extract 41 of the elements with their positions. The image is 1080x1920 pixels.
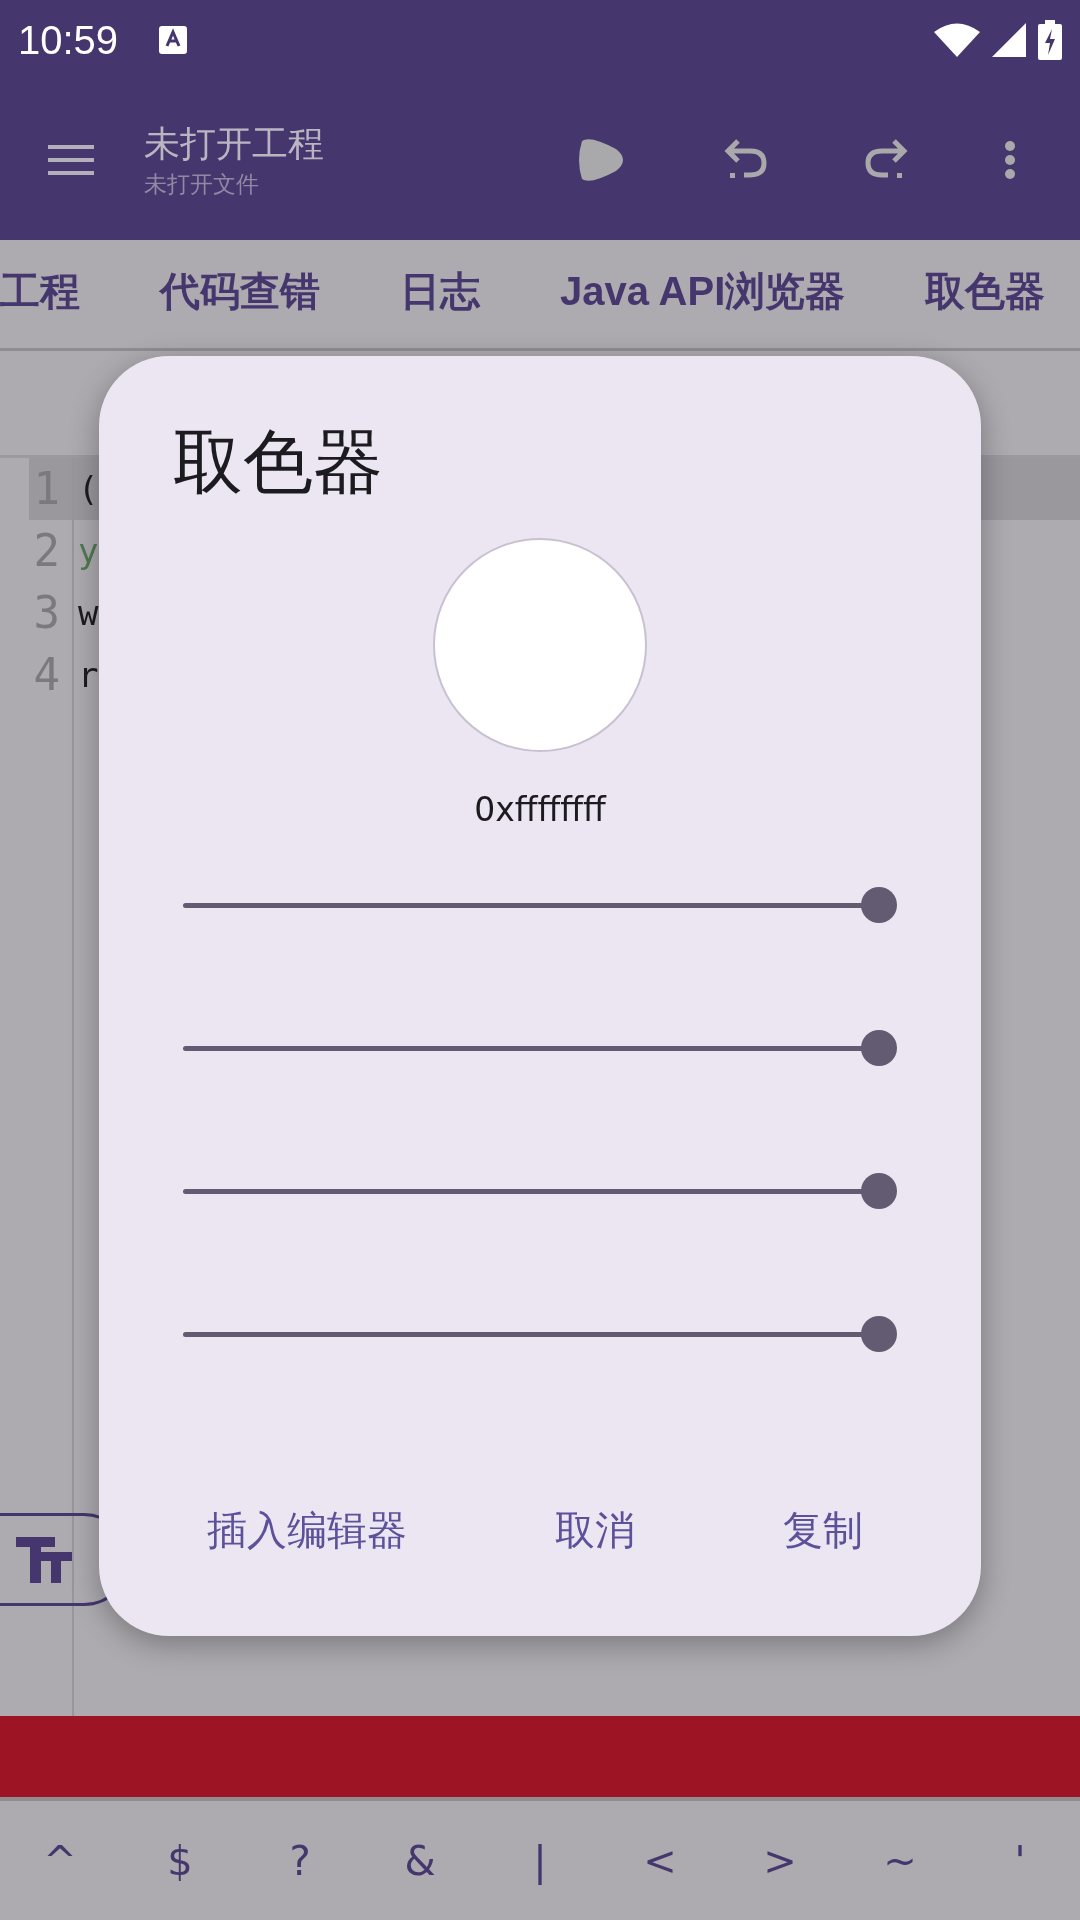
battery-charging-icon — [1038, 20, 1062, 60]
tab[interactable]: 取色器 — [925, 240, 1046, 348]
color-hex-value: 0xffffffff — [474, 790, 606, 829]
code-text: r — [78, 655, 99, 695]
color-slider[interactable] — [183, 1316, 897, 1352]
signal-icon — [992, 23, 1026, 57]
menu-button[interactable] — [48, 144, 94, 176]
symbol-key[interactable]: $ — [157, 1833, 203, 1888]
symbol-key[interactable]: ? — [279, 1833, 321, 1888]
code-text: ( — [78, 469, 99, 509]
dialog-title: 取色器 — [173, 420, 383, 505]
tab[interactable]: Java API浏览器 — [560, 240, 846, 348]
symbol-key[interactable]: ^ — [33, 1833, 87, 1888]
dialog-button[interactable]: 插入编辑器 — [187, 1497, 427, 1564]
symbol-key[interactable]: < — [633, 1833, 687, 1888]
tab[interactable]: 代码查错 — [160, 240, 320, 348]
dialog-button[interactable]: 取消 — [535, 1497, 655, 1564]
code-text: y — [78, 531, 99, 571]
file-subtitle: 未打开文件 — [144, 170, 260, 199]
more-options-button[interactable] — [1004, 140, 1016, 180]
color-slider[interactable] — [183, 887, 897, 923]
symbol-key[interactable]: & — [394, 1833, 446, 1888]
project-title: 未打开工程 — [144, 122, 325, 166]
tab[interactable]: 日志 — [400, 240, 480, 348]
symbol-key[interactable]: ' — [1004, 1833, 1036, 1888]
wifi-icon — [934, 23, 980, 57]
slider-thumb[interactable] — [861, 887, 897, 923]
slider-thumb[interactable] — [861, 1173, 897, 1209]
code-text: w — [78, 593, 99, 633]
symbol-key[interactable]: ~ — [873, 1833, 927, 1888]
text-format-icon — [16, 1536, 72, 1583]
tab[interactable]: 工程 — [0, 240, 80, 348]
color-slider[interactable] — [183, 1030, 897, 1066]
keyboard-notification-icon — [158, 25, 189, 55]
slider-thumb[interactable] — [861, 1316, 897, 1352]
dialog-button[interactable]: 复制 — [763, 1497, 883, 1564]
color-slider[interactable] — [183, 1173, 897, 1209]
symbol-key[interactable]: > — [753, 1833, 807, 1888]
slider-thumb[interactable] — [861, 1030, 897, 1066]
status-time: 10:59 — [18, 17, 119, 63]
symbol-key[interactable]: | — [523, 1833, 557, 1888]
